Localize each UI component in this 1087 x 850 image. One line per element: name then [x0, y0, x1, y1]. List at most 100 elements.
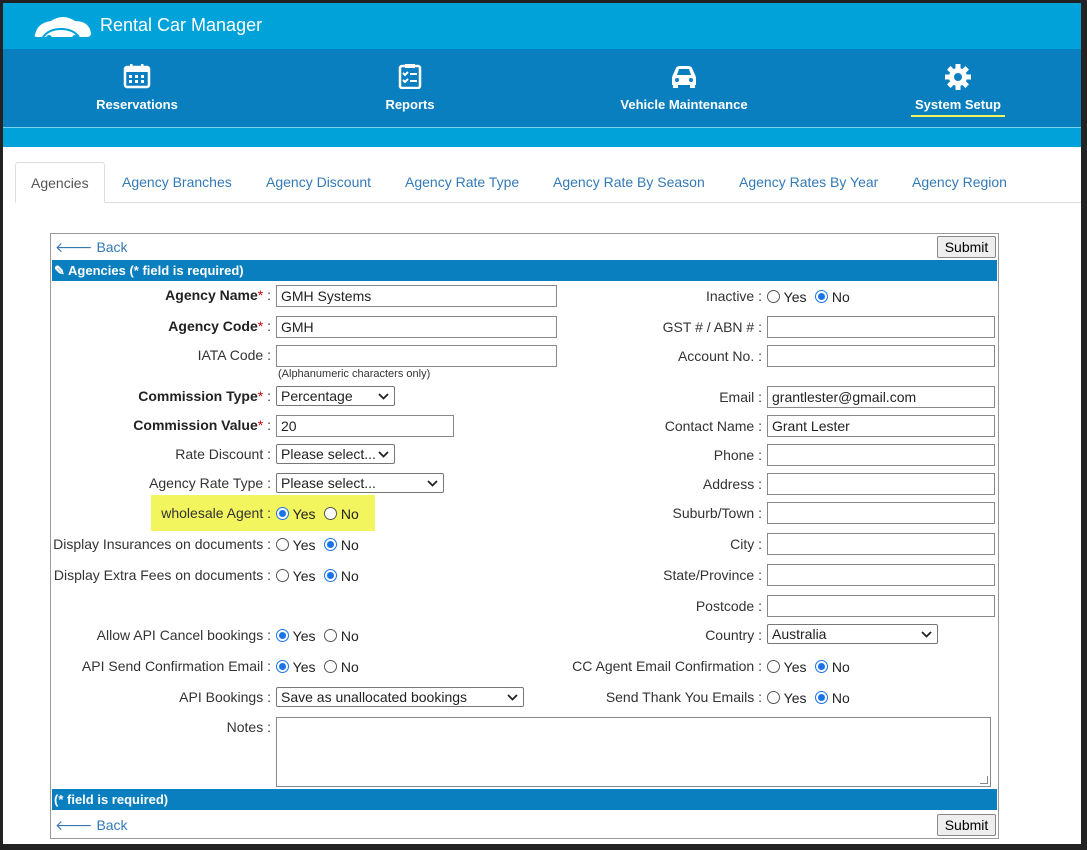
inactive-label: Inactive : — [705, 288, 762, 304]
nav-reports[interactable]: Reports — [310, 49, 510, 127]
agency-code-input[interactable]: GMH — [276, 316, 557, 338]
cc-agent-email-yes[interactable]: Yes — [767, 659, 806, 675]
tab-agencies[interactable]: Agencies — [15, 162, 105, 203]
send-thank-you-no[interactable]: No — [815, 690, 850, 706]
nav-vehicle-maintenance[interactable]: Vehicle Maintenance — [584, 49, 784, 127]
tab-agency-region[interactable]: Agency Region — [912, 162, 1007, 203]
radio-selected[interactable] — [815, 290, 828, 303]
allow-api-cancel-yes[interactable]: Yes — [276, 628, 315, 644]
tab-agency-branches[interactable]: Agency Branches — [122, 162, 232, 203]
wholesale-agent-label: wholesale Agent : — [161, 505, 271, 521]
header-band — [3, 127, 1081, 147]
allow-api-cancel-no[interactable]: No — [324, 628, 359, 644]
notes-textarea[interactable] — [276, 717, 991, 787]
app-header: Rental Car Manager — [3, 3, 1081, 49]
phone-input[interactable] — [767, 444, 995, 466]
chevron-down-icon — [921, 631, 932, 638]
phone-label: Phone : — [713, 447, 762, 463]
nav-label: Reports — [385, 97, 435, 112]
nav-label: Reservations — [96, 97, 178, 112]
back-link-bottom[interactable]: 🡐 Back — [55, 817, 128, 834]
send-thank-you-yes[interactable]: Yes — [767, 690, 806, 706]
commission-value-input[interactable]: 20 — [276, 415, 454, 437]
account-no-input[interactable] — [767, 345, 995, 367]
city-input[interactable] — [767, 533, 995, 555]
display-insurances-yes[interactable]: Yes — [276, 537, 315, 553]
agency-name-label: Agency Name* : — [165, 287, 271, 303]
suburb-label: Suburb/Town : — [672, 505, 763, 521]
gear-icon — [945, 64, 971, 90]
state-input[interactable] — [767, 564, 995, 586]
main-nav: Reservations Reports Vehicle Maintenance… — [3, 49, 1081, 127]
radio-selected[interactable] — [815, 691, 828, 704]
address-input[interactable] — [767, 473, 995, 495]
tab-agency-rate-type[interactable]: Agency Rate Type — [405, 162, 519, 203]
inactive-no[interactable]: No — [815, 289, 850, 305]
chevron-down-icon — [378, 451, 389, 458]
agency-name-input[interactable]: GMH Systems — [276, 285, 557, 307]
postcode-input[interactable] — [767, 595, 995, 617]
api-send-confirmation-no[interactable]: No — [324, 659, 359, 675]
radio-selected[interactable] — [324, 569, 337, 582]
arrow-left-icon: 🡐 — [55, 239, 93, 255]
display-insurances-no[interactable]: No — [324, 537, 359, 553]
suburb-input[interactable] — [767, 502, 995, 524]
agency-code-label: Agency Code* : — [168, 318, 271, 334]
email-label: Email : — [719, 389, 762, 405]
state-label: State/Province : — [663, 567, 762, 583]
chevron-down-icon — [378, 393, 389, 400]
radio-unselected[interactable] — [324, 660, 337, 673]
tab-agency-rates-by-year[interactable]: Agency Rates By Year — [739, 162, 878, 203]
iata-code-hint: (Alphanumeric characters only) — [278, 368, 431, 380]
cc-agent-email-no[interactable]: No — [815, 659, 850, 675]
radio-selected[interactable] — [276, 660, 289, 673]
radio-unselected[interactable] — [276, 569, 289, 582]
address-label: Address : — [702, 476, 762, 492]
display-extra-fees-no[interactable]: No — [324, 568, 359, 584]
display-extra-fees-yes[interactable]: Yes — [276, 568, 315, 584]
submit-button-bottom[interactable]: Submit — [937, 814, 996, 836]
radio-selected[interactable] — [815, 660, 828, 673]
send-thank-you-label: Send Thank You Emails : — [605, 689, 762, 705]
radio-unselected[interactable] — [324, 629, 337, 642]
iata-code-input[interactable] — [276, 345, 557, 367]
back-link-top[interactable]: 🡐 Back — [55, 239, 128, 256]
pencil-icon: ✎ — [54, 263, 65, 278]
radio-unselected[interactable] — [324, 507, 337, 520]
radio-selected[interactable] — [324, 538, 337, 551]
form-header-bar: ✎ Agencies (* field is required) — [52, 260, 997, 281]
radio-selected[interactable] — [276, 629, 289, 642]
country-label: Country : — [705, 627, 762, 643]
chevron-down-icon — [427, 480, 438, 487]
api-bookings-select[interactable]: Save as unallocated bookings — [276, 687, 524, 707]
nav-label: Vehicle Maintenance — [620, 97, 748, 112]
nav-system-setup[interactable]: System Setup — [858, 49, 1058, 127]
radio-unselected[interactable] — [767, 290, 780, 303]
commission-value-label: Commission Value* : — [133, 417, 271, 433]
nav-reservations[interactable]: Reservations — [37, 49, 237, 127]
api-send-confirmation-yes[interactable]: Yes — [276, 659, 315, 675]
gst-abn-input[interactable] — [767, 316, 995, 338]
contact-name-input[interactable]: Grant Lester — [767, 415, 995, 437]
submit-button-top[interactable]: Submit — [937, 236, 996, 258]
back-label: Back — [96, 239, 128, 255]
inactive-yes[interactable]: Yes — [767, 289, 806, 305]
commission-type-select[interactable]: Percentage — [276, 386, 395, 406]
wholesale-agent-yes[interactable]: Yes — [276, 506, 315, 522]
radio-unselected[interactable] — [767, 691, 780, 704]
tab-agency-rate-by-season[interactable]: Agency Rate By Season — [553, 162, 705, 203]
radio-unselected[interactable] — [767, 660, 780, 673]
agency-rate-type-select[interactable]: Please select... — [276, 473, 444, 493]
email-input[interactable]: grantlester@gmail.com — [767, 386, 995, 408]
city-label: City : — [730, 536, 762, 552]
radio-selected[interactable] — [276, 507, 289, 520]
rate-discount-select[interactable]: Please select... — [276, 444, 395, 464]
resize-handle-icon[interactable] — [980, 776, 988, 784]
country-select[interactable]: Australia — [767, 624, 938, 644]
tab-agency-discount[interactable]: Agency Discount — [266, 162, 371, 203]
radio-unselected[interactable] — [276, 538, 289, 551]
wholesale-agent-no[interactable]: No — [324, 506, 359, 522]
app-title: Rental Car Manager — [100, 15, 263, 35]
display-extra-fees-label: Display Extra Fees on documents : — [53, 567, 271, 583]
cc-agent-email-label: CC Agent Email Confirmation : — [572, 658, 762, 674]
